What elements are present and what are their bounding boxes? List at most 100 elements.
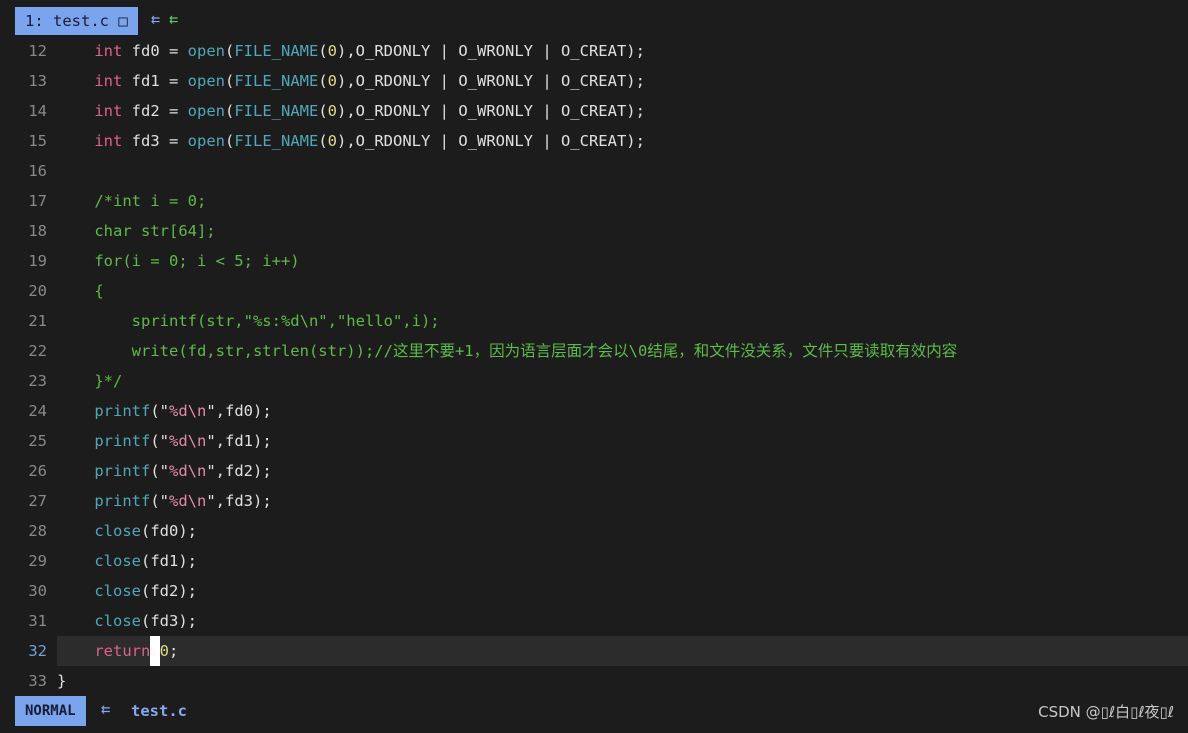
line-code[interactable]: { — [57, 276, 1188, 306]
code-token: close — [94, 582, 141, 600]
code-token: ",fd2); — [206, 462, 272, 480]
code-line[interactable]: 31 close(fd3); — [15, 606, 1188, 636]
code-line[interactable]: 23 }*/ — [15, 366, 1188, 396]
line-code[interactable]: char str[64]; — [57, 216, 1188, 246]
code-line[interactable]: 28 close(fd0); — [15, 516, 1188, 546]
code-token: printf — [94, 492, 151, 510]
code-token: ( — [224, 102, 235, 120]
line-number: 28 — [28, 522, 47, 540]
line-code[interactable]: close(fd1); — [57, 546, 1188, 576]
line-number: 20 — [28, 282, 47, 300]
code-line[interactable]: 18 char str[64]; — [15, 216, 1188, 246]
code-token: int — [94, 72, 123, 90]
code-line[interactable]: 13 int fd1 = open(FILE_NAME(0),O_RDONLY … — [15, 66, 1188, 96]
code-token: int — [94, 132, 123, 150]
code-token: close — [94, 522, 141, 540]
tab-test-c[interactable]: 1: test.c □ — [15, 7, 138, 35]
code-token: fd0 = — [122, 42, 188, 60]
line-code[interactable]: write(fd,str,strlen(str));//这里不要+1，因为语言层… — [57, 336, 1188, 366]
code-line[interactable]: 20 { — [15, 276, 1188, 306]
code-token: FILE_NAME — [234, 72, 319, 90]
code-token: (" — [150, 492, 169, 510]
line-code[interactable]: printf("%d\n",fd0); — [57, 396, 1188, 426]
line-code[interactable]: } — [57, 666, 1188, 696]
line-code[interactable] — [57, 156, 1188, 186]
code-token: }*/ — [57, 372, 123, 390]
tabline: 1: test.c □ ⇇ ⇇ — [0, 0, 1188, 36]
line-code[interactable]: printf("%d\n",fd3); — [57, 486, 1188, 516]
line-code[interactable]: return 0; — [57, 636, 1188, 666]
line-number: 14 — [28, 102, 47, 120]
line-number: 18 — [28, 222, 47, 240]
code-line[interactable]: 21 sprintf(str,"%s:%d\n","hello",i); — [15, 306, 1188, 336]
statusline-arrow-icon: ⇇ — [101, 700, 111, 718]
tabline-arrows-icon: ⇇ ⇇ — [151, 7, 178, 35]
line-number: 12 — [28, 42, 47, 60]
code-line[interactable]: 27 printf("%d\n",fd3); — [15, 486, 1188, 516]
code-line[interactable]: 24 printf("%d\n",fd0); — [15, 396, 1188, 426]
code-token: (" — [150, 402, 169, 420]
line-number: 33 — [28, 672, 47, 690]
code-token: printf — [94, 462, 151, 480]
code-line[interactable]: 16 — [15, 156, 1188, 186]
code-token: 0 — [159, 642, 170, 660]
line-number: 22 — [28, 342, 47, 360]
code-token: char str[64]; — [57, 222, 216, 240]
line-code[interactable]: for(i = 0; i < 5; i++) — [57, 246, 1188, 276]
line-number: 16 — [28, 162, 47, 180]
code-token: open — [187, 132, 225, 150]
line-code[interactable]: close(fd2); — [57, 576, 1188, 606]
code-line[interactable]: 30 close(fd2); — [15, 576, 1188, 606]
line-code[interactable]: close(fd0); — [57, 516, 1188, 546]
line-number: 13 — [28, 72, 47, 90]
code-token: ( — [318, 42, 328, 60]
line-code[interactable]: }*/ — [57, 366, 1188, 396]
code-token: fd3 = — [122, 132, 188, 150]
line-code[interactable]: int fd1 = open(FILE_NAME(0),O_RDONLY | O… — [57, 66, 1188, 96]
code-line[interactable]: 33} — [15, 666, 1188, 696]
code-line[interactable]: 14 int fd2 = open(FILE_NAME(0),O_RDONLY … — [15, 96, 1188, 126]
code-line-current[interactable]: 32 return 0; — [15, 636, 1188, 666]
code-token: ( — [224, 42, 235, 60]
code-token: } — [57, 672, 67, 690]
code-line[interactable]: 15 int fd3 = open(FILE_NAME(0),O_RDONLY … — [15, 126, 1188, 156]
code-token: 0 — [327, 72, 338, 90]
line-code[interactable]: /*int i = 0; — [57, 186, 1188, 216]
mode-indicator: NORMAL — [15, 696, 86, 726]
line-code[interactable]: close(fd3); — [57, 606, 1188, 636]
line-number: 27 — [28, 492, 47, 510]
line-code[interactable]: sprintf(str,"%s:%d\n","hello",i); — [57, 306, 1188, 336]
line-code[interactable]: int fd0 = open(FILE_NAME(0),O_RDONLY | O… — [57, 36, 1188, 66]
code-editor[interactable]: 12 int fd0 = open(FILE_NAME(0),O_RDONLY … — [15, 36, 1188, 696]
line-code[interactable]: int fd3 = open(FILE_NAME(0),O_RDONLY | O… — [57, 126, 1188, 156]
code-token: printf — [94, 402, 151, 420]
code-token: (fd3); — [141, 612, 197, 630]
line-number: 32 — [28, 642, 47, 660]
code-token: ( — [224, 132, 235, 150]
code-line[interactable]: 17 /*int i = 0; — [15, 186, 1188, 216]
code-line[interactable]: 19 for(i = 0; i < 5; i++) — [15, 246, 1188, 276]
code-token: 0 — [327, 102, 338, 120]
line-code[interactable]: printf("%d\n",fd1); — [57, 426, 1188, 456]
code-line[interactable]: 25 printf("%d\n",fd1); — [15, 426, 1188, 456]
code-line[interactable]: 12 int fd0 = open(FILE_NAME(0),O_RDONLY … — [15, 36, 1188, 66]
statusline-filename: test.c — [131, 702, 187, 720]
code-line[interactable]: 29 close(fd1); — [15, 546, 1188, 576]
statusline: NORMAL ⇇ test.c — [0, 696, 1188, 726]
code-token: { — [57, 282, 104, 300]
line-code[interactable]: int fd2 = open(FILE_NAME(0),O_RDONLY | O… — [57, 96, 1188, 126]
line-number: 21 — [28, 312, 47, 330]
code-token: FILE_NAME — [234, 42, 319, 60]
line-code[interactable]: printf("%d\n",fd2); — [57, 456, 1188, 486]
code-line[interactable]: 22 write(fd,str,strlen(str));//这里不要+1，因为… — [15, 336, 1188, 366]
code-line[interactable]: 26 printf("%d\n",fd2); — [15, 456, 1188, 486]
